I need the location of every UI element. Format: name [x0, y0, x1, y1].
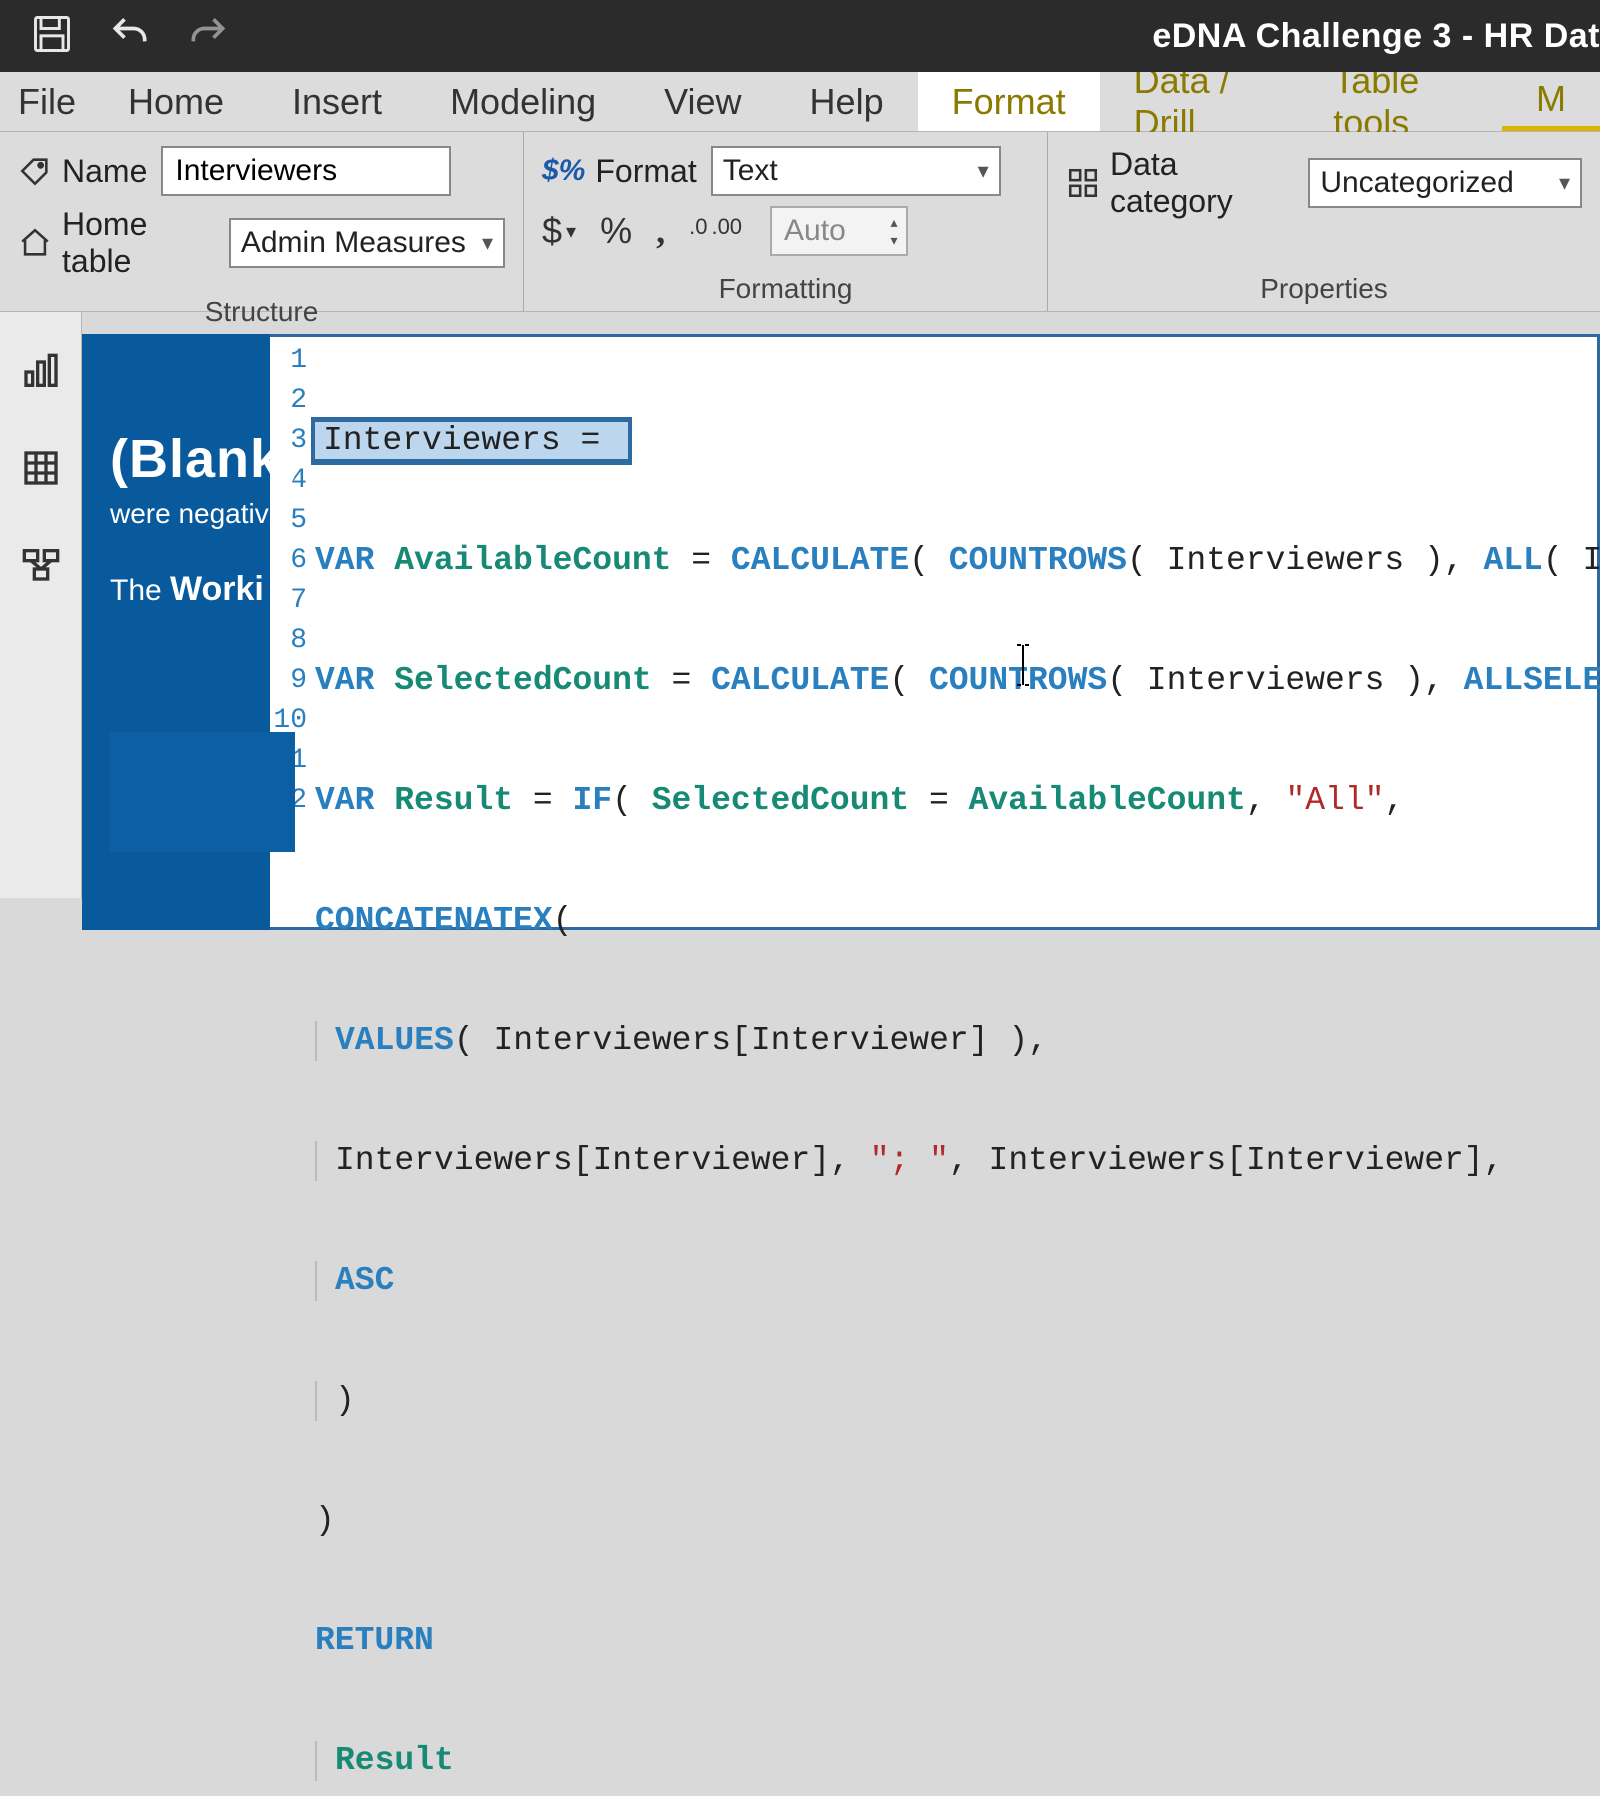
group-label-formatting: Formatting — [542, 267, 1029, 307]
chevron-down-icon: ▾ — [1559, 170, 1570, 196]
formula-bar[interactable]: 1 2 3 4 5 6 7 8 9 10 11 12 Interviewers … — [94, 334, 1600, 930]
tab-home[interactable]: Home — [94, 72, 258, 131]
tab-view[interactable]: View — [630, 72, 775, 131]
tab-insert[interactable]: Insert — [258, 72, 416, 131]
ribbon: Name Home table Admin Measures▾ Structur… — [0, 132, 1600, 312]
view-rail — [0, 312, 82, 898]
home-table-label: Home table — [18, 206, 215, 280]
chevron-down-icon: ▾ — [978, 158, 989, 184]
card-line2: The Worki — [110, 570, 295, 609]
currency-button[interactable]: $▾ — [542, 210, 576, 252]
format-combo[interactable]: Text▾ — [711, 146, 1001, 196]
tab-table-tools[interactable]: Table tools — [1299, 72, 1502, 131]
work-area: 1 2 3 4 5 6 7 8 9 10 11 12 Interviewers … — [82, 312, 1600, 898]
tab-format[interactable]: Format — [918, 72, 1100, 131]
ribbon-group-structure: Name Home table Admin Measures▾ Structur… — [0, 132, 524, 311]
tab-data-drill[interactable]: Data / Drill — [1100, 72, 1300, 131]
save-icon[interactable] — [30, 12, 74, 61]
decimals-icon[interactable]: .0.00 — [689, 217, 742, 237]
chevron-down-icon: ▾ — [482, 230, 493, 256]
dax-code[interactable]: Interviewers = VAR AvailableCount = CALC… — [315, 341, 1593, 1796]
data-view-button[interactable] — [13, 440, 69, 496]
undo-icon[interactable] — [108, 12, 152, 61]
card-subtitle: were negativ — [110, 498, 295, 530]
data-category-label: Data category — [1066, 146, 1294, 220]
decimals-spinbox[interactable]: Auto ▴▾ — [770, 206, 908, 256]
home-table-combo[interactable]: Admin Measures▾ — [229, 218, 505, 268]
ribbon-group-formatting: $% Format Text▾ $▾ % , .0.00 Auto — [524, 132, 1048, 311]
report-view-button[interactable] — [13, 344, 69, 400]
title-bar: eDNA Challenge 3 - HR Dat — [0, 0, 1600, 72]
window-title: eDNA Challenge 3 - HR Dat — [1152, 0, 1600, 72]
canvas-card-2 — [110, 732, 295, 852]
text-cursor-icon — [1011, 643, 1014, 683]
ribbon-group-properties: Data category Uncategorized▾ Properties — [1048, 132, 1600, 311]
name-input[interactable] — [161, 146, 451, 196]
menu-bar: File Home Insert Modeling View Help Form… — [0, 72, 1600, 132]
name-label: Name — [18, 153, 147, 190]
redo-icon[interactable] — [186, 12, 230, 61]
format-label: $% Format — [542, 153, 697, 190]
group-label-properties: Properties — [1066, 267, 1582, 307]
dax-editor[interactable]: 1 2 3 4 5 6 7 8 9 10 11 12 Interviewers … — [267, 337, 1597, 927]
percent-button[interactable]: % — [600, 210, 632, 252]
canvas-card: (Blank) were negativ The Worki — [110, 428, 295, 609]
tab-help[interactable]: Help — [776, 72, 918, 131]
card-title: (Blank) — [110, 428, 295, 490]
tab-modeling[interactable]: Modeling — [416, 72, 630, 131]
model-view-button[interactable] — [13, 536, 69, 592]
tab-file[interactable]: File — [0, 72, 94, 131]
comma-button[interactable]: , — [656, 210, 665, 252]
chevron-down-icon[interactable]: ▾ — [891, 233, 898, 247]
chevron-up-icon[interactable]: ▴ — [891, 215, 898, 229]
data-category-combo[interactable]: Uncategorized▾ — [1308, 158, 1582, 208]
tab-measure-partial[interactable]: M — [1502, 72, 1600, 131]
